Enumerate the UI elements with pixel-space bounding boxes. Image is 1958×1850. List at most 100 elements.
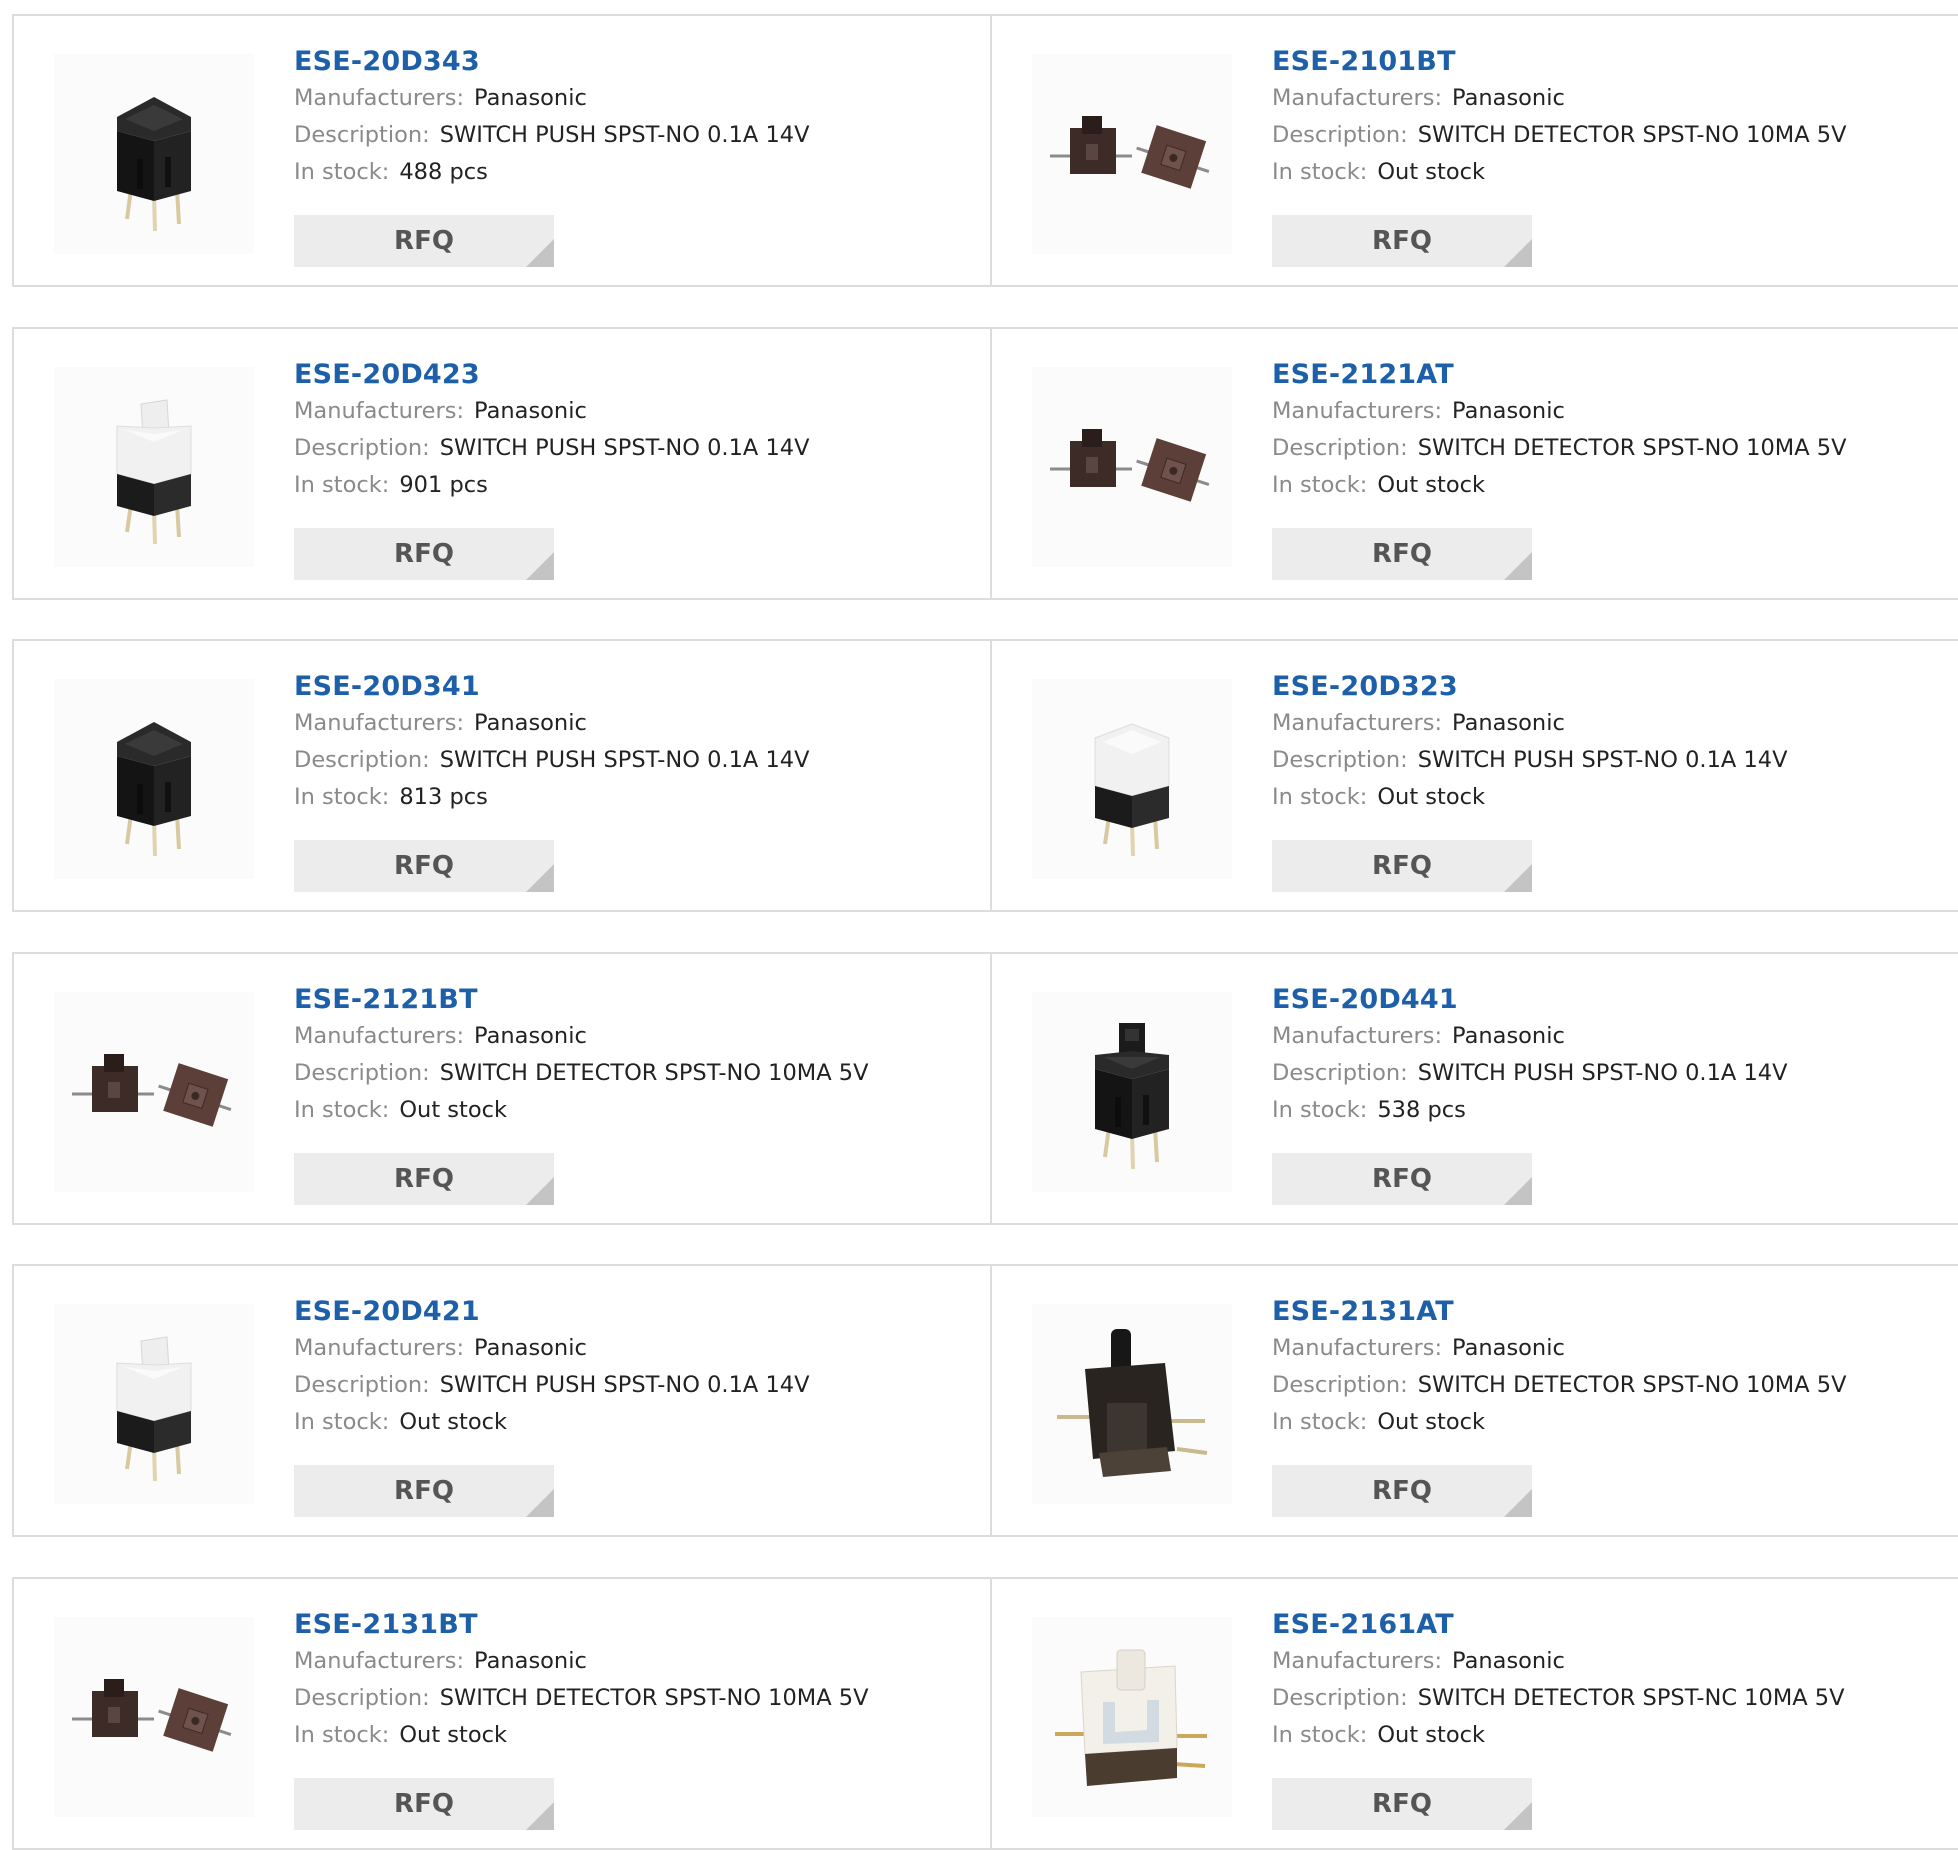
part-number-link[interactable]: ESE-2121AT xyxy=(1272,357,1454,393)
rfq-button-label: RFQ xyxy=(1372,226,1432,256)
part-number-link[interactable]: ESE-20D323 xyxy=(1272,669,1458,705)
rfq-button[interactable]: RFQ xyxy=(1272,527,1532,580)
rfq-button[interactable]: RFQ xyxy=(1272,1465,1532,1517)
part-number-link[interactable]: ESE-2131BT xyxy=(294,1607,478,1643)
description-label: Description: xyxy=(1272,434,1408,461)
stock-label: In stock: xyxy=(1272,1096,1368,1123)
manufacturer-label: Manufacturers: xyxy=(294,397,465,424)
description-value: SWITCH PUSH SPST-NO 0.1A 14V xyxy=(439,122,810,148)
product-card: ESE-20D423 Manufacturers: Panasonic Descr… xyxy=(12,326,992,600)
product-info: ESE-20D343 Manufacturers: Panasonic Descr… xyxy=(294,44,980,191)
product-image[interactable] xyxy=(1032,1616,1232,1817)
rfq-button[interactable]: RFQ xyxy=(1272,1777,1532,1830)
manufacturer-line: Manufacturers: Panasonic xyxy=(294,705,980,742)
rfq-button[interactable]: RFQ xyxy=(1272,1152,1532,1205)
product-image[interactable] xyxy=(1032,366,1232,567)
stock-value: Out stock xyxy=(1377,159,1485,185)
stock-line: In stock: Out stock xyxy=(1272,1404,1948,1441)
stock-label: In stock: xyxy=(294,784,390,810)
rfq-button[interactable]: RFQ xyxy=(294,215,554,267)
manufacturer-label: Manufacturers: xyxy=(294,85,465,111)
product-image[interactable] xyxy=(54,991,254,1192)
product-row: ESE-20D421 Manufacturers: Panasonic Descr… xyxy=(12,1264,1958,1537)
stock-label: In stock: xyxy=(1272,1721,1368,1748)
description-line: Description: SWITCH PUSH SPST-NO 0.1A 14V xyxy=(294,742,980,779)
stock-line: In stock: Out stock xyxy=(1272,779,1948,816)
description-label: Description: xyxy=(294,747,430,773)
rfq-button-label: RFQ xyxy=(1372,851,1432,881)
part-number-link[interactable]: ESE-20D423 xyxy=(294,357,480,393)
manufacturer-value: Panasonic xyxy=(474,1022,587,1049)
stock-line: In stock: Out stock xyxy=(1272,467,1948,504)
part-number-link[interactable]: ESE-2131AT xyxy=(1272,1294,1454,1330)
manufacturer-label: Manufacturers: xyxy=(294,1335,465,1361)
product-image[interactable] xyxy=(1032,991,1232,1192)
product-image[interactable] xyxy=(1032,54,1232,254)
corner-triangle-icon xyxy=(526,1489,554,1517)
description-label: Description: xyxy=(1272,1059,1408,1086)
manufacturer-label: Manufacturers: xyxy=(1272,1647,1443,1674)
stock-value: 538 pcs xyxy=(1377,1096,1466,1123)
stock-value: Out stock xyxy=(1377,1721,1485,1748)
manufacturer-value: Panasonic xyxy=(1452,1335,1565,1361)
manufacturer-value: Panasonic xyxy=(1452,710,1565,736)
rfq-button[interactable]: RFQ xyxy=(294,1465,554,1517)
product-image[interactable] xyxy=(1032,1304,1232,1504)
product-card: ESE-2131AT Manufacturers: Panasonic Descr… xyxy=(990,1264,1958,1537)
product-info: ESE-20D423 Manufacturers: Panasonic Descr… xyxy=(294,357,980,504)
stock-label: In stock: xyxy=(294,1096,390,1123)
description-label: Description: xyxy=(294,122,430,148)
product-image[interactable] xyxy=(54,1304,254,1504)
manufacturer-value: Panasonic xyxy=(474,85,587,111)
description-label: Description: xyxy=(1272,122,1408,148)
stock-line: In stock: 813 pcs xyxy=(294,779,980,816)
part-number-link[interactable]: ESE-2161AT xyxy=(1272,1607,1454,1643)
stock-label: In stock: xyxy=(294,471,390,498)
product-info: ESE-20D441 Manufacturers: Panasonic Descr… xyxy=(1272,982,1948,1129)
manufacturer-label: Manufacturers: xyxy=(294,1647,465,1674)
product-image[interactable] xyxy=(54,1616,254,1817)
manufacturer-line: Manufacturers: Panasonic xyxy=(294,1330,980,1367)
stock-value: 488 pcs xyxy=(399,159,488,185)
rfq-button[interactable]: RFQ xyxy=(1272,215,1532,267)
rfq-button[interactable]: RFQ xyxy=(294,840,554,892)
product-row: ESE-20D423 Manufacturers: Panasonic Descr… xyxy=(12,326,1958,600)
manufacturer-value: Panasonic xyxy=(474,397,587,424)
part-number-link[interactable]: ESE-20D341 xyxy=(294,669,480,705)
manufacturer-line: Manufacturers: Panasonic xyxy=(294,80,980,117)
manufacturer-line: Manufacturers: Panasonic xyxy=(1272,1643,1948,1680)
stock-line: In stock: 538 pcs xyxy=(1272,1092,1948,1129)
part-number-link[interactable]: ESE-2121BT xyxy=(294,982,478,1018)
description-value: SWITCH PUSH SPST-NO 0.1A 14V xyxy=(439,434,810,461)
product-image[interactable] xyxy=(54,679,254,879)
rfq-button-label: RFQ xyxy=(1372,1788,1432,1819)
corner-triangle-icon xyxy=(1504,551,1532,580)
rfq-button-label: RFQ xyxy=(394,1476,454,1506)
description-label: Description: xyxy=(294,1684,430,1711)
rfq-button[interactable]: RFQ xyxy=(294,1152,554,1205)
product-image[interactable] xyxy=(54,54,254,254)
part-number-link[interactable]: ESE-20D441 xyxy=(1272,982,1458,1018)
description-value: SWITCH DETECTOR SPST-NC 10MA 5V xyxy=(1417,1684,1845,1711)
corner-triangle-icon xyxy=(526,1176,554,1205)
product-row: ESE-2121BT Manufacturers: Panasonic Descr… xyxy=(12,951,1958,1225)
description-label: Description: xyxy=(294,1372,430,1398)
stock-label: In stock: xyxy=(1272,471,1368,498)
manufacturer-value: Panasonic xyxy=(474,1335,587,1361)
description-value: SWITCH DETECTOR SPST-NO 10MA 5V xyxy=(1417,434,1847,461)
description-value: SWITCH DETECTOR SPST-NO 10MA 5V xyxy=(1417,122,1847,148)
product-card: ESE-20D343 Manufacturers: Panasonic Descr… xyxy=(12,14,992,287)
rfq-button[interactable]: RFQ xyxy=(294,1777,554,1830)
part-number-link[interactable]: ESE-2101BT xyxy=(1272,44,1456,80)
stock-line: In stock: 488 pcs xyxy=(294,154,980,191)
corner-triangle-icon xyxy=(526,551,554,580)
part-number-link[interactable]: ESE-20D421 xyxy=(294,1294,480,1330)
rfq-button-label: RFQ xyxy=(394,1163,454,1194)
stock-line: In stock: 901 pcs xyxy=(294,467,980,504)
part-number-link[interactable]: ESE-20D343 xyxy=(294,44,480,80)
product-image[interactable] xyxy=(54,366,254,567)
rfq-button[interactable]: RFQ xyxy=(1272,840,1532,892)
product-image[interactable] xyxy=(1032,679,1232,879)
rfq-button[interactable]: RFQ xyxy=(294,527,554,580)
stock-value: 813 pcs xyxy=(399,784,488,810)
